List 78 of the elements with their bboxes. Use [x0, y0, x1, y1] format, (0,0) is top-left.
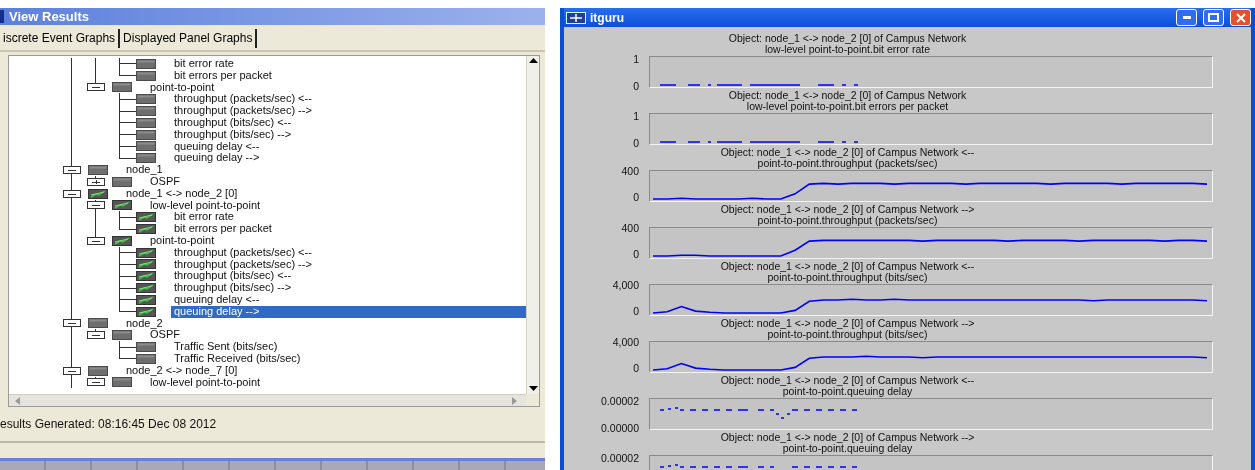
axis-label: 4,000 — [612, 278, 639, 291]
tree-item[interactable]: node_1 — [123, 164, 526, 176]
axis-label: 0.00002 — [601, 395, 639, 407]
status-text: esults Generated: 08:16:45 Dec 08 2012 — [0, 416, 218, 433]
tree-item[interactable]: queuing delay --> — [171, 305, 526, 318]
graph-title: Object: node_1 <-> node_2 [0] of Campus Network <-- — [720, 375, 975, 386]
tree-item[interactable]: throughput (bits/sec) <-- — [171, 117, 526, 129]
axis-label: 0 — [633, 137, 639, 149]
collapse-toggle[interactable] — [63, 166, 81, 175]
collapse-toggle[interactable] — [63, 366, 81, 375]
tree-item[interactable]: throughput (packets/sec) <-- — [171, 93, 526, 106]
axis-label: 400 — [621, 221, 639, 234]
tree-item[interactable]: bit error rate — [171, 211, 526, 224]
graph-title: Object: node_1 <-> node_2 [0] of Campus Network — [728, 90, 967, 101]
tree-item[interactable]: Traffic Received (bits/sec) — [171, 352, 526, 365]
minimize-button[interactable] — [1176, 9, 1197, 26]
tree-item[interactable]: throughput (packets/sec) --> — [171, 105, 526, 117]
axis-label: 400 — [621, 164, 639, 177]
tree-item[interactable]: bit errors per packet — [171, 69, 526, 82]
axis-label: 0 — [633, 247, 639, 260]
tree-item[interactable]: queuing delay <-- — [171, 140, 526, 153]
graph-title: Object: node_1 <-> node_2 [0] of Campus Network --> — [720, 204, 975, 215]
window-title: itguru — [590, 10, 624, 25]
axis-label: 0 — [633, 80, 639, 92]
close-icon — [1235, 12, 1246, 23]
tree-item[interactable]: throughput (bits/sec) --> — [171, 128, 526, 141]
collapse-toggle[interactable] — [63, 319, 81, 328]
collapse-toggle[interactable] — [87, 378, 105, 387]
minimize-icon — [1182, 16, 1191, 19]
tree-item[interactable]: queuing delay --> — [171, 152, 526, 165]
graph-title: Object: node_1 <-> node_2 [0] of Campus Network — [728, 33, 967, 44]
axis-label: 4,000 — [612, 335, 639, 348]
axis-label: 0 — [633, 304, 639, 317]
tree-item[interactable]: bit errors per packet — [171, 223, 526, 235]
collapse-toggle[interactable] — [87, 331, 105, 340]
collapse-toggle[interactable] — [87, 83, 105, 92]
graph-title: Object: node_1 <-> node_2 [0] of Campus Network <-- — [720, 261, 975, 272]
tree-item[interactable]: bit error rate — [171, 58, 526, 70]
tree-item[interactable]: node_2 <-> node_7 [0] — [123, 364, 526, 377]
expand-toggle[interactable] — [87, 177, 105, 186]
collapse-toggle[interactable] — [63, 189, 81, 198]
vertical-scrollbar[interactable] — [526, 56, 539, 394]
tree-item[interactable]: node_1 <-> node_2 [0] — [123, 187, 526, 200]
down-arrow-icon[interactable] — [528, 386, 538, 392]
graph-title: Object: node_1 <-> node_2 [0] of Campus Network --> — [720, 318, 975, 329]
axis-label: 0.00000 — [601, 422, 639, 434]
axis-label: 0.00002 — [601, 452, 639, 464]
window-icon — [0, 10, 4, 23]
close-button[interactable] — [1230, 9, 1251, 26]
tree-item[interactable]: throughput (bits/sec) --> — [171, 282, 526, 294]
tree-item[interactable]: queuing delay <-- — [171, 293, 526, 306]
axis-label: 0 — [633, 361, 639, 374]
graph-title: Object: node_1 <-> node_2 [0] of Campus Network --> — [720, 432, 975, 443]
axis-label: 0 — [633, 190, 639, 203]
maximize-icon — [1208, 13, 1219, 22]
tree-item[interactable]: Traffic Sent (bits/sec) — [171, 341, 526, 353]
tree-item[interactable]: throughput (packets/sec) --> — [171, 258, 526, 271]
collapse-toggle[interactable] — [87, 236, 105, 245]
tree-item[interactable]: OSPF — [147, 329, 526, 342]
tree-item[interactable]: throughput (bits/sec) <-- — [171, 270, 526, 283]
axis-label: 1 — [633, 110, 639, 122]
window-title: View Results — [9, 9, 89, 24]
tree-item[interactable]: point-to-point — [147, 81, 526, 94]
tree-item[interactable]: throughput (packets/sec) <-- — [171, 246, 526, 259]
maximize-button[interactable] — [1203, 9, 1224, 26]
up-arrow-icon[interactable] — [528, 58, 538, 64]
collapse-toggle[interactable] — [87, 201, 105, 210]
tab[interactable]: iscrete Event Graphs — [0, 29, 121, 48]
scrollbar-corner — [526, 394, 539, 406]
tree-item[interactable]: point-to-point — [147, 234, 526, 247]
tree-item[interactable]: low-level point-to-point — [147, 376, 526, 389]
tree-item[interactable]: low-level point-to-point — [147, 199, 526, 212]
axis-label: 1 — [633, 53, 639, 65]
tree-item[interactable]: node_2 — [123, 317, 526, 330]
graph-title: Object: node_1 <-> node_2 [0] of Campus Network <-- — [720, 147, 975, 158]
app-icon — [566, 11, 586, 24]
tab[interactable]: Displayed Panel Graphs — [120, 29, 258, 48]
tree-item[interactable]: OSPF — [147, 175, 526, 188]
